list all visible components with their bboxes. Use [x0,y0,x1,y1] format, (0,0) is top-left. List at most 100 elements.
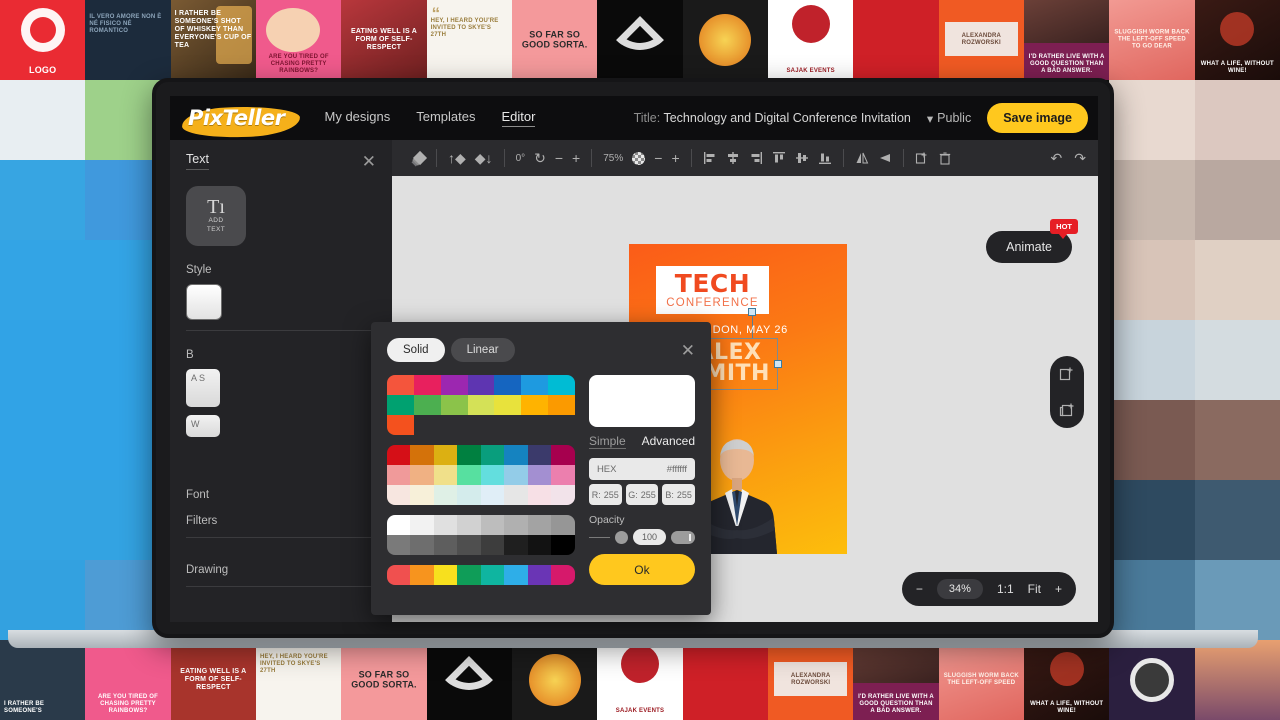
save-image-button[interactable]: Save image [987,103,1088,133]
color-swatch[interactable] [480,535,505,555]
color-swatch[interactable] [433,535,458,555]
bring-forward-icon[interactable]: ↑◆ [448,151,466,165]
color-swatch[interactable] [527,515,552,535]
color-swatch[interactable] [433,465,458,485]
color-swatch[interactable] [387,485,411,505]
color-swatch[interactable] [504,465,528,485]
color-preview[interactable] [588,375,695,427]
color-swatch[interactable] [440,375,468,395]
color-swatch[interactable] [527,465,552,485]
align-middle-v-icon[interactable] [795,151,809,165]
selection-handle[interactable] [774,360,782,368]
mode-simple[interactable]: Simple [588,434,626,449]
color-swatch[interactable] [387,395,414,415]
rotate-reset-icon[interactable]: ↻ [534,151,546,165]
color-swatch[interactable] [457,535,481,555]
color-swatch[interactable] [457,445,481,465]
align-right-icon[interactable] [749,151,763,165]
color-swatch[interactable] [387,465,411,485]
color-swatch[interactable] [480,565,505,585]
align-top-icon[interactable] [772,151,786,165]
zoom-actual-size-button[interactable]: 1:1 [997,582,1014,596]
color-swatch[interactable] [504,485,528,505]
color-swatch[interactable] [387,375,414,395]
color-swatch[interactable] [410,535,434,555]
color-swatch[interactable] [494,395,522,415]
color-swatch[interactable] [433,445,458,465]
color-swatch[interactable] [504,515,528,535]
opacity-plus-button[interactable]: + [671,150,679,166]
color-swatch[interactable] [457,565,481,585]
color-swatch[interactable] [433,515,458,535]
flip-horizontal-icon[interactable] [855,151,869,165]
rotation-plus-button[interactable]: + [572,150,580,166]
zoom-level-value[interactable]: 34% [936,579,983,599]
color-swatch[interactable] [521,395,549,415]
section-label-filters[interactable]: Filters [186,515,376,527]
design-title[interactable]: Title: Technology and Digital Conference… [634,111,911,125]
align-center-h-icon[interactable] [726,151,740,165]
rotation-minus-button[interactable]: − [555,150,563,166]
color-swatch[interactable] [527,485,552,505]
color-swatch[interactable] [551,565,575,585]
color-swatch[interactable] [410,515,434,535]
color-swatch[interactable] [494,375,522,395]
nav-link-editor[interactable]: Editor [501,109,536,127]
tab-linear[interactable]: Linear [450,338,515,362]
duplicate-page-icon[interactable] [1059,402,1075,418]
nav-link-my-designs[interactable]: My designs [325,109,391,127]
trash-icon[interactable] [938,151,952,165]
color-swatch[interactable] [413,395,441,415]
color-swatch[interactable] [551,515,575,535]
tech-title-box[interactable]: TECH CONFERENCE [656,266,769,314]
align-bottom-icon[interactable] [818,151,832,165]
visibility-dropdown[interactable]: ▾ Public [927,111,971,126]
tab-solid[interactable]: Solid [387,338,445,362]
color-swatch[interactable] [527,535,552,555]
hex-field[interactable]: HEX #ffffff [588,458,695,480]
mode-advanced[interactable]: Advanced [642,434,695,449]
flip-vertical-icon[interactable] [878,151,892,165]
color-swatch[interactable] [387,535,411,555]
color-swatch[interactable] [480,485,505,505]
color-swatch[interactable] [413,375,441,395]
color-swatch[interactable] [387,565,411,585]
opacity-value[interactable]: 100 [632,529,666,545]
add-text-button[interactable]: Tı ADD TEXT [186,186,246,246]
color-swatch[interactable] [433,485,458,505]
zoom-in-button[interactable]: + [1055,582,1062,596]
color-swatch[interactable] [440,395,468,415]
color-swatch[interactable] [410,565,434,585]
opacity-toggle[interactable] [671,530,695,544]
color-swatch[interactable] [457,465,481,485]
color-swatch[interactable] [457,485,481,505]
opacity-knob[interactable] [614,530,628,544]
rotation-value[interactable]: 0° [516,153,526,164]
selection-handle[interactable] [748,308,756,316]
color-swatch[interactable] [387,415,414,435]
color-swatch[interactable] [433,565,458,585]
color-swatch[interactable] [551,535,575,555]
color-swatch[interactable] [410,445,434,465]
add-page-icon[interactable] [1059,366,1075,382]
color-swatch[interactable] [480,465,505,485]
opacity-minus-button[interactable]: − [654,150,662,166]
color-swatch[interactable] [548,395,575,415]
color-swatch[interactable] [527,565,552,585]
section-label-drawing[interactable]: Drawing [186,564,376,576]
color-swatch[interactable] [504,535,528,555]
color-swatch[interactable] [504,445,528,465]
opacity-track[interactable] [588,536,610,538]
ok-button[interactable]: Ok [588,554,695,585]
pixteller-logo[interactable]: PixTeller [181,105,301,139]
align-left-icon[interactable] [703,151,717,165]
close-icon[interactable]: ✕ [362,153,376,170]
layers-icon[interactable] [412,150,428,166]
redo-icon[interactable]: ↷ [1074,151,1086,165]
opacity-value[interactable]: 75% [603,153,623,164]
color-swatch[interactable] [457,515,481,535]
zoom-fit-button[interactable]: Fit [1028,582,1041,596]
color-swatch[interactable] [521,375,549,395]
color-swatch[interactable] [410,465,434,485]
nav-link-templates[interactable]: Templates [416,109,475,127]
